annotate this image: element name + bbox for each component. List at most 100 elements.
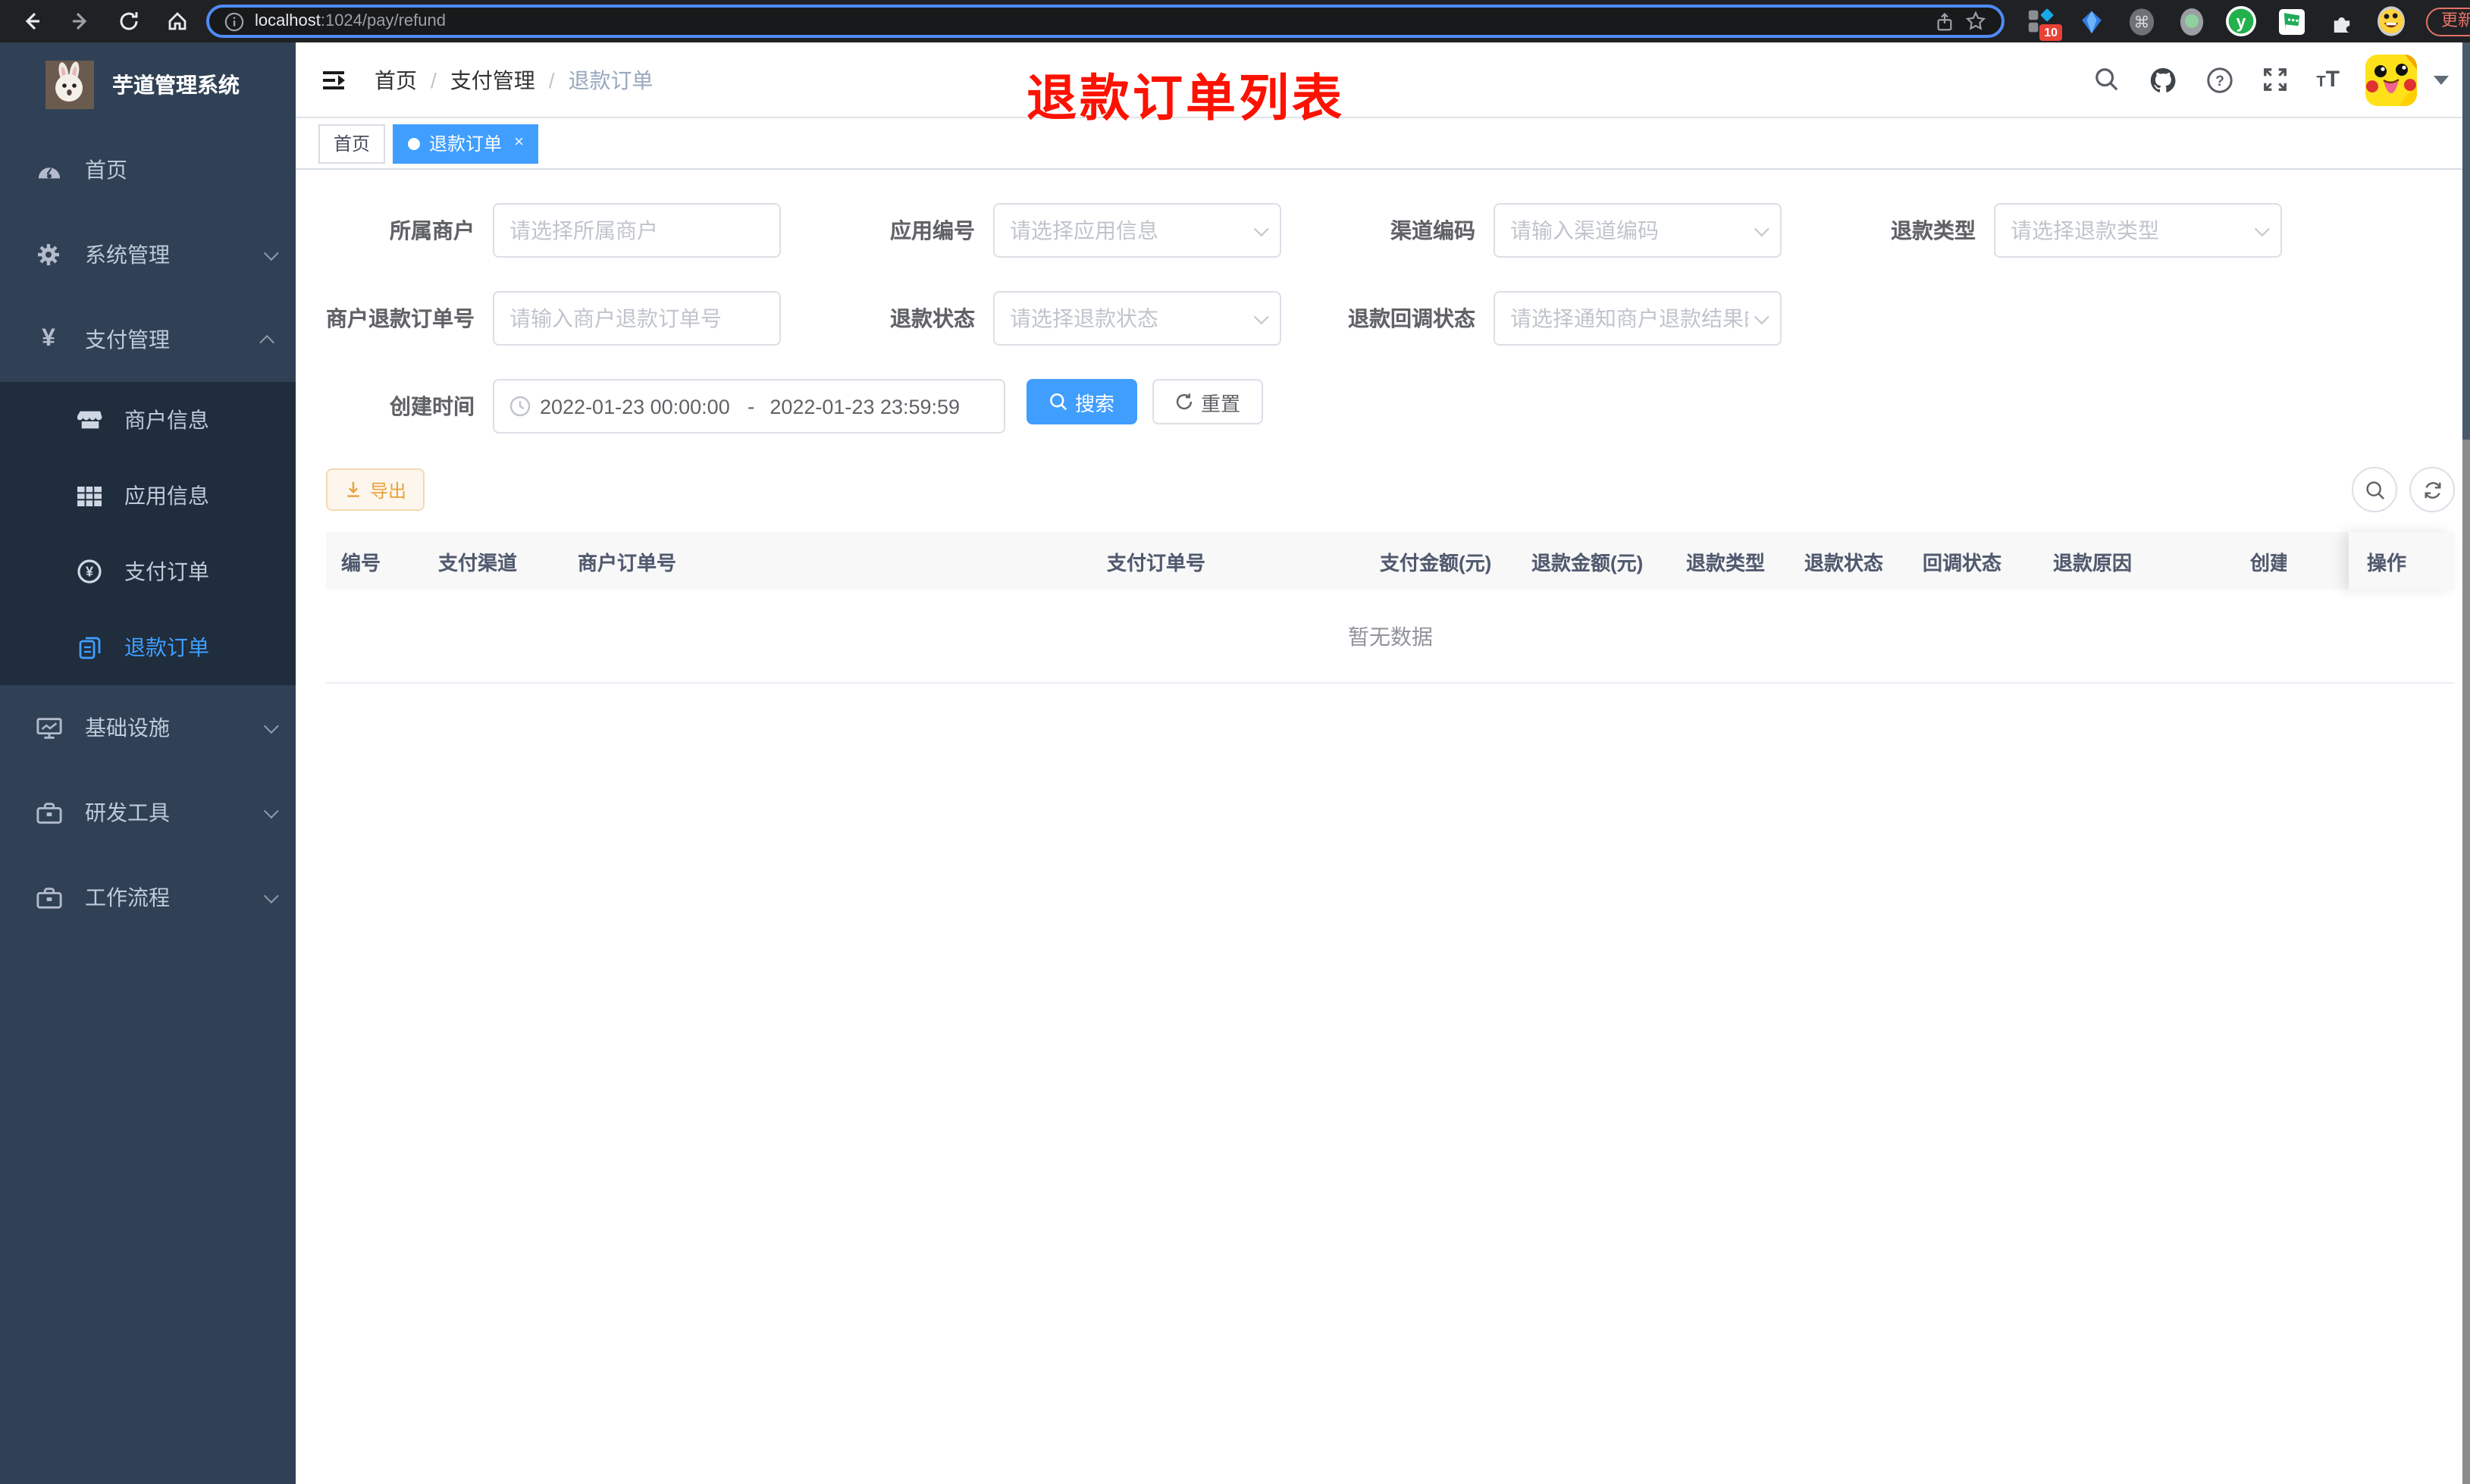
sidebar-item-home[interactable]: 首页 xyxy=(0,127,296,212)
breadcrumb-payment[interactable]: 支付管理 xyxy=(450,64,535,95)
column-header[interactable]: 创建时间 xyxy=(2235,546,2287,575)
sidebar-item-workflow[interactable]: 工作流程 xyxy=(0,855,296,940)
share-icon[interactable] xyxy=(1935,11,1954,31)
window-edge-scrollbar[interactable] xyxy=(2462,42,2470,1484)
extension-flag-icon[interactable] xyxy=(2276,6,2306,36)
briefcase-icon xyxy=(30,886,67,909)
sidebar-item-merchant-info[interactable]: 商户信息 xyxy=(0,382,296,458)
hamburger-icon[interactable] xyxy=(296,42,371,117)
breadcrumb-separator: / xyxy=(548,67,555,92)
merchant-input[interactable] xyxy=(493,203,781,258)
extension-command-icon[interactable]: ⌘ xyxy=(2126,6,2156,36)
table-header: 编号 支付渠道 商户订单号 支付订单号 支付金额(元) 退款金额(元) 退款类型… xyxy=(326,532,2455,590)
tag-home[interactable]: 首页 xyxy=(318,124,386,163)
column-header-actions[interactable]: 操作 xyxy=(2349,532,2455,590)
merchant-input-field[interactable] xyxy=(509,218,764,243)
tag-close-icon[interactable]: × xyxy=(511,134,524,152)
merchant-refund-no-field[interactable] xyxy=(509,306,764,330)
export-button[interactable]: 导出 xyxy=(326,468,425,511)
refund-type-select[interactable]: 请选择退款类型 xyxy=(1994,203,2282,258)
profile-emoji-icon[interactable] xyxy=(2376,6,2406,36)
chevron-down-icon xyxy=(1754,221,1769,236)
date-start-value[interactable]: 2022-01-23 00:00:00 xyxy=(540,395,732,418)
help-icon[interactable]: ? xyxy=(2204,64,2234,95)
sidebar-item-devtools[interactable]: 研发工具 xyxy=(0,770,296,855)
show-search-icon-button[interactable] xyxy=(2352,467,2397,512)
extension-dot-icon[interactable] xyxy=(2176,6,2206,36)
user-avatar[interactable] xyxy=(2365,54,2417,105)
sidebar-item-payment[interactable]: ¥ 支付管理 xyxy=(0,297,296,382)
sidebar-logo[interactable]: 芋道管理系统 xyxy=(0,42,296,127)
sidebar-item-refund-order[interactable]: 退款订单 xyxy=(0,609,296,685)
extension-grid-icon[interactable]: 10 xyxy=(2026,6,2062,41)
reset-button-label: 重置 xyxy=(1201,392,1241,415)
clock-icon xyxy=(509,396,531,417)
date-range-picker[interactable]: 2022-01-23 00:00:00 - 2022-01-23 23:59:5… xyxy=(493,379,1005,434)
navbar-actions: ? TT xyxy=(2092,54,2449,105)
back-button[interactable] xyxy=(12,5,52,38)
sidebar-item-label: 基础设施 xyxy=(85,715,170,740)
table-grid-icon xyxy=(73,486,106,506)
screen: localhost:1024/pay/refund 10 ⌘ y 更 芋道管理系… xyxy=(0,0,2470,1484)
reload-button[interactable] xyxy=(109,5,149,38)
column-header[interactable]: 回调状态 xyxy=(1907,546,2038,575)
notify-status-select[interactable]: 请选择通知商户退款结果的 xyxy=(1494,291,1782,346)
app-no-select[interactable]: 请选择应用信息 xyxy=(993,203,1281,258)
refresh-table-button[interactable] xyxy=(2409,467,2455,512)
sidebar-item-app-info[interactable]: 应用信息 xyxy=(0,458,296,534)
forward-button[interactable] xyxy=(61,5,100,38)
fullscreen-icon[interactable] xyxy=(2260,64,2290,95)
github-icon[interactable] xyxy=(2148,64,2178,95)
filter-label: 渠道编码 xyxy=(1390,218,1475,243)
address-bar[interactable]: localhost:1024/pay/refund xyxy=(206,5,2005,38)
sidebar-item-label: 应用信息 xyxy=(124,484,209,508)
sidebar-item-label: 研发工具 xyxy=(85,800,170,825)
search-button[interactable]: 搜索 xyxy=(1027,379,1138,424)
breadcrumb-home[interactable]: 首页 xyxy=(375,64,417,95)
column-header[interactable]: 退款状态 xyxy=(1789,546,1907,575)
tag-label: 首页 xyxy=(334,133,371,155)
svg-text:⌘: ⌘ xyxy=(2133,13,2149,31)
bookmark-star-icon[interactable] xyxy=(1965,11,1986,32)
channel-code-select[interactable]: 请输入渠道编码 xyxy=(1494,203,1782,258)
sidebar-item-infra[interactable]: 基础设施 xyxy=(0,685,296,770)
chevron-down-icon xyxy=(1253,221,1269,236)
column-header[interactable]: 退款原因 xyxy=(2038,546,2235,575)
page-annotation: 退款订单列表 xyxy=(1027,70,1345,126)
home-button[interactable] xyxy=(158,5,197,38)
column-header[interactable]: 商户订单号 xyxy=(563,546,1092,575)
sidebar-item-system[interactable]: 系统管理 xyxy=(0,212,296,297)
toolbox-icon xyxy=(30,801,67,824)
tag-refund-order[interactable]: 退款订单 × xyxy=(393,124,539,163)
gear-icon xyxy=(30,243,67,267)
sidebar-item-pay-order[interactable]: ¥ 支付订单 xyxy=(0,534,296,609)
browser-toolbar: localhost:1024/pay/refund 10 ⌘ y 更 xyxy=(0,0,2470,42)
extension-yudao-icon[interactable]: y xyxy=(2226,6,2256,36)
filter-create-time: 创建时间 2022-01-23 00:00:00 - 2022-01-23 23… xyxy=(326,379,1005,434)
extension-gem-icon[interactable] xyxy=(2076,6,2106,36)
sidebar-item-label: 支付订单 xyxy=(124,559,209,584)
refund-status-select[interactable]: 请选择退款状态 xyxy=(993,291,1281,346)
filter-label: 所属商户 xyxy=(390,218,475,243)
search-icon[interactable] xyxy=(2092,64,2122,95)
sidebar-item-label: 退款订单 xyxy=(124,635,209,659)
filter-label: 退款类型 xyxy=(1891,218,1976,243)
site-info-icon[interactable] xyxy=(224,11,244,31)
extensions-puzzle-icon[interactable] xyxy=(2326,6,2356,36)
chrome-update-button[interactable]: 更新 xyxy=(2426,7,2470,36)
column-header[interactable]: 支付订单号 xyxy=(1092,546,1365,575)
filter-label: 应用编号 xyxy=(890,218,975,243)
url-text[interactable]: localhost:1024/pay/refund xyxy=(255,12,1924,30)
column-header[interactable]: 支付渠道 xyxy=(423,546,563,575)
caret-down-icon[interactable] xyxy=(2434,75,2449,84)
filter-label: 退款状态 xyxy=(890,306,975,330)
column-header[interactable]: 退款金额(元) xyxy=(1516,546,1671,575)
merchant-refund-no-input[interactable] xyxy=(493,291,781,346)
column-header[interactable]: 退款类型 xyxy=(1671,546,1789,575)
date-end-value[interactable]: 2022-01-23 23:59:59 xyxy=(770,395,962,418)
column-header[interactable]: 支付金额(元) xyxy=(1365,546,1516,575)
reset-button[interactable]: 重置 xyxy=(1152,379,1264,424)
font-size-icon[interactable]: TT xyxy=(2316,67,2340,92)
url-host: localhost xyxy=(255,12,321,30)
column-header[interactable]: 编号 xyxy=(326,546,423,575)
